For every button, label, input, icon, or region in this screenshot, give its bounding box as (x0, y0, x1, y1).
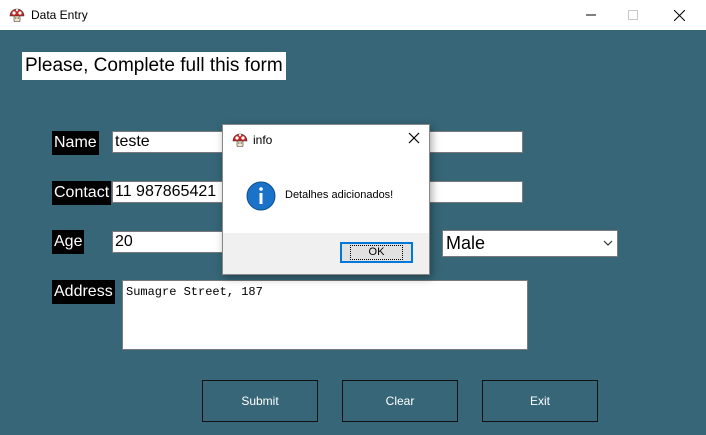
dialog-footer: OK (223, 233, 429, 274)
ok-label: OK (349, 245, 404, 260)
mushroom-icon (9, 8, 25, 22)
window-titlebar: Data Entry (0, 0, 706, 30)
exit-button[interactable]: Exit (482, 380, 598, 422)
chevron-down-icon (603, 240, 613, 246)
window-close-button[interactable] (656, 0, 702, 30)
info-dialog: info Detalhes adicionados! OK (222, 124, 430, 275)
minimize-button[interactable] (568, 0, 614, 30)
maximize-icon (628, 10, 638, 20)
address-field[interactable]: Sumagre Street, 187 (122, 280, 528, 350)
form-heading: Please, Complete full this form (22, 52, 286, 80)
clear-button[interactable]: Clear (342, 380, 458, 422)
contact-label: Contact (52, 181, 112, 205)
gender-value: Male (446, 233, 486, 253)
close-icon (673, 9, 685, 21)
dialog-message: Detalhes adicionados! (285, 189, 394, 201)
window-title: Data Entry (31, 8, 88, 22)
close-icon[interactable] (408, 132, 420, 144)
minimize-icon (586, 14, 596, 16)
maximize-button[interactable] (610, 0, 656, 30)
dialog-title: info (253, 133, 273, 147)
info-icon (246, 181, 276, 211)
age-label: Age (52, 230, 85, 254)
gender-select[interactable]: Male (442, 230, 618, 257)
ok-button[interactable]: OK (340, 242, 413, 263)
mushroom-icon (232, 133, 248, 147)
submit-button[interactable]: Submit (202, 380, 318, 422)
address-label: Address (52, 280, 115, 304)
name-label: Name (52, 131, 99, 155)
